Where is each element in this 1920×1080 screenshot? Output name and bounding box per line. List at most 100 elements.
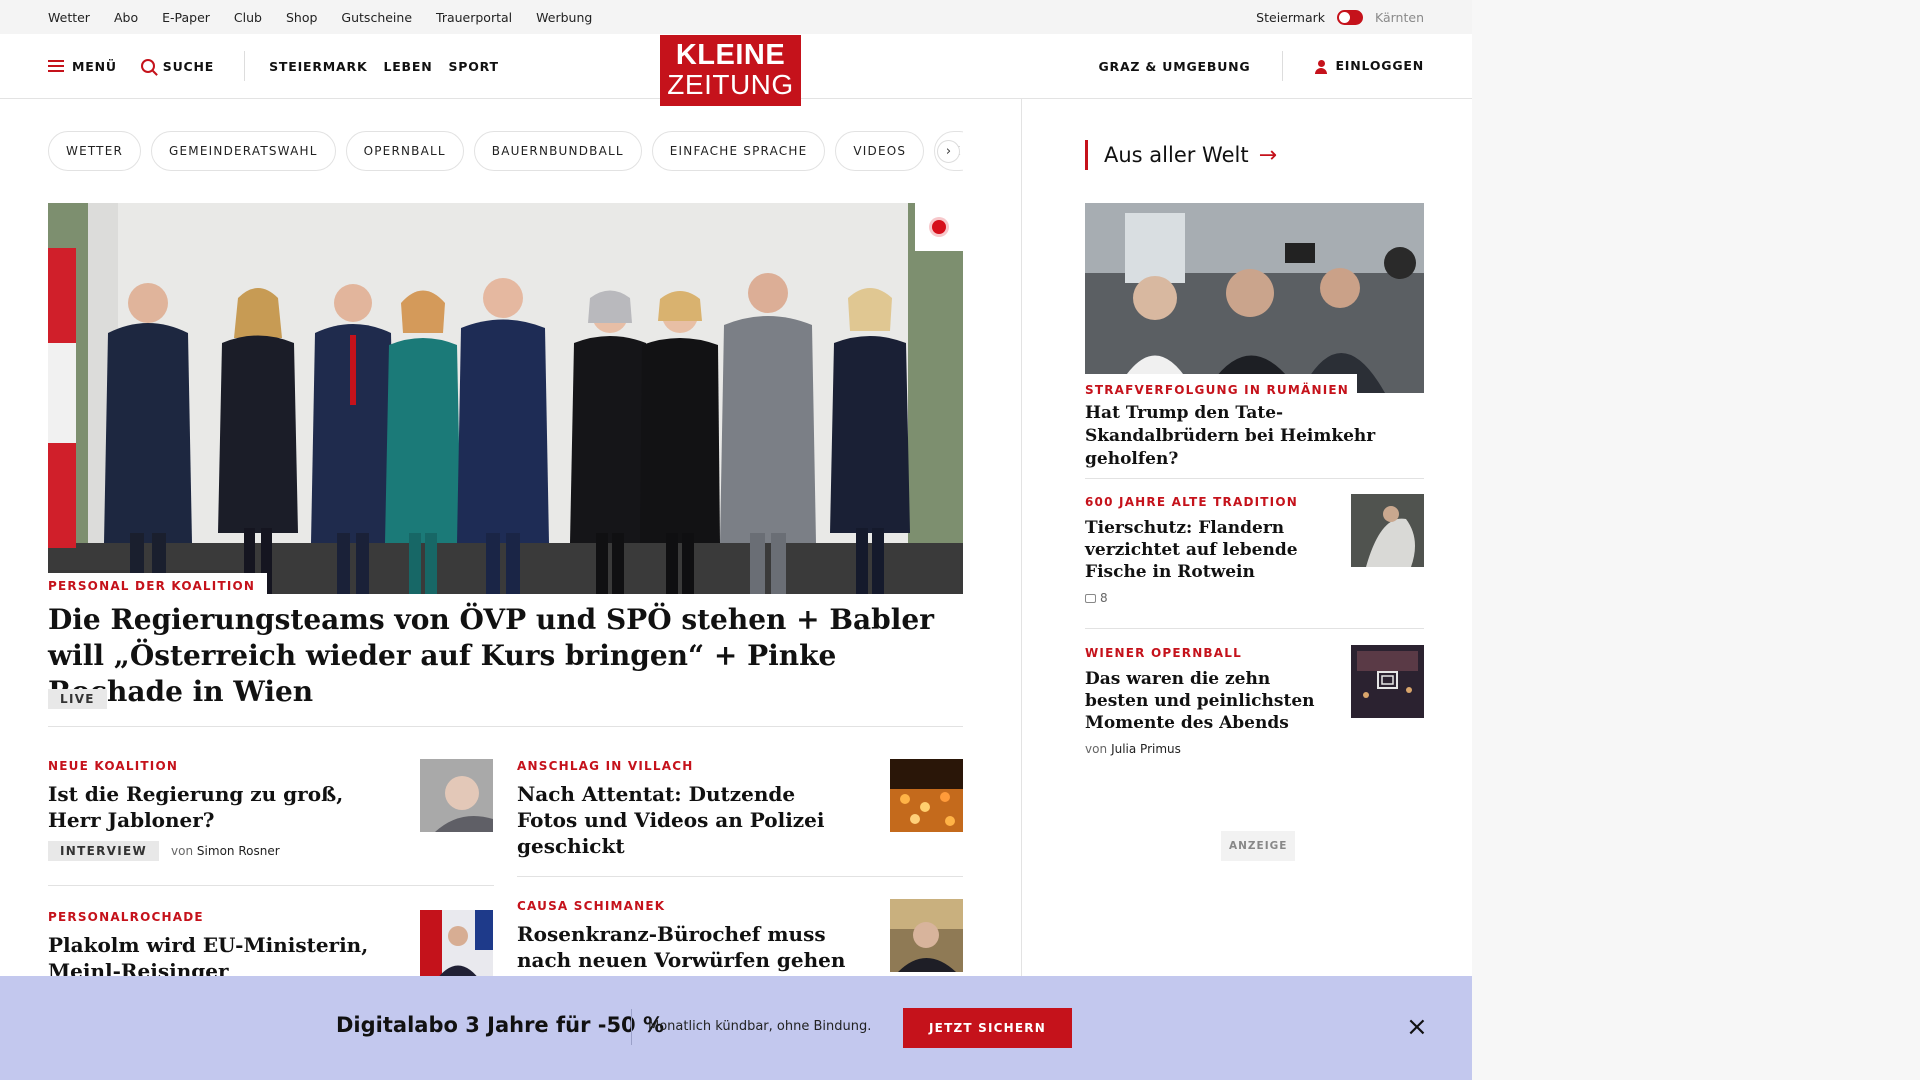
thumb-plakolm[interactable]: [420, 910, 493, 983]
sidebar-lead-image[interactable]: [1085, 203, 1424, 393]
divider-sidebar-1: [1085, 478, 1424, 479]
nav-leben[interactable]: LEBEN: [383, 59, 432, 74]
search-button[interactable]: SUCHE: [140, 58, 215, 74]
region-toggle[interactable]: [1337, 9, 1363, 25]
comments[interactable]: 8: [1085, 591, 1345, 605]
sidebar-lead-photo: [1085, 203, 1424, 393]
nav-steiermark[interactable]: STEIERMARK: [269, 59, 367, 74]
sidebar-item-title: Tierschutz: Flandern verzichtet auf lebe…: [1085, 518, 1298, 582]
divider-sidebar-2: [1085, 628, 1424, 629]
thumb-villach[interactable]: [890, 759, 963, 832]
teaser-jabloner[interactable]: NEUE KOALITION Ist die Regierung zu groß…: [48, 759, 388, 861]
region-switch: Steiermark Kärnten: [1256, 0, 1424, 34]
chip-bauernbundball[interactable]: BAUERNBUNDBALL: [473, 131, 642, 171]
author-name[interactable]: Julia Primus: [1111, 742, 1181, 756]
thumb-flandern-photo: [1351, 494, 1424, 567]
utility-link-club[interactable]: Club: [234, 10, 262, 25]
arrow-right-icon: →: [1258, 142, 1278, 168]
chip-videos[interactable]: VIDEOS: [835, 131, 925, 171]
thumb-jabloner-photo: [420, 759, 493, 832]
chips-next-button[interactable]: ›: [937, 140, 960, 163]
column-divider: [1021, 99, 1022, 980]
sidebar-item-kicker: 600 JAHRE ALTE TRADITION: [1085, 495, 1298, 509]
sidebar-lead-title[interactable]: Hat Trump den Tate-Skandalbrüdern bei He…: [1085, 402, 1424, 471]
section-aus-aller-welt[interactable]: Aus aller Welt →: [1085, 140, 1277, 170]
thumb-rosenkranz-photo: [890, 899, 963, 972]
region-steiermark[interactable]: Steiermark: [1256, 10, 1325, 25]
byline-prefix: von: [171, 844, 194, 858]
chip-gemeinderatswahl[interactable]: GEMEINDERATSWAHL: [151, 131, 336, 171]
promo-divider: [631, 1009, 632, 1045]
thumb-rosenkranz[interactable]: [890, 899, 963, 972]
login-label: EINLOGGEN: [1335, 58, 1424, 74]
logo-line1: KLEINE: [675, 39, 786, 71]
site-logo[interactable]: KLEINE ZEITUNG: [660, 35, 801, 106]
byline-prefix: von: [1085, 742, 1108, 756]
topic-chips: WETTER GEMEINDERATSWAHL OPERNBALL BAUERN…: [48, 131, 963, 171]
utility-link-wetter[interactable]: Wetter: [48, 10, 90, 25]
divider-left: [48, 885, 494, 886]
menu-button[interactable]: MENÜ: [48, 59, 117, 74]
thumb-villach-photo: [890, 759, 963, 832]
thumb-opernball-photo: [1351, 645, 1424, 718]
teaser-kicker: PERSONALROCHADE: [48, 910, 204, 924]
utility-links: Wetter Abo E-Paper Club Shop Gutscheine …: [48, 0, 616, 34]
teaser-rosenkranz[interactable]: CAUSA SCHIMANEK Rosenkranz-Bürochef muss…: [517, 899, 857, 973]
chip-wetter[interactable]: WETTER: [48, 131, 142, 171]
section-title: Aus aller Welt: [1104, 143, 1249, 167]
search-label: SUCHE: [162, 58, 215, 74]
promo-cta-button[interactable]: JETZT SICHERN: [903, 1008, 1072, 1048]
sidebar-item-kicker: WIENER OPERNBALL: [1085, 646, 1242, 660]
live-badge: LIVE: [48, 689, 107, 709]
hero-kicker: PERSONAL DER KOALITION: [48, 573, 268, 595]
sidebar-item-opernball[interactable]: WIENER OPERNBALL Das waren die zehn best…: [1085, 646, 1345, 756]
divider-right: [517, 876, 963, 877]
interview-badge: INTERVIEW: [48, 841, 160, 861]
sidebar-lead-kicker-box: STRAFVERFOLGUNG IN RUMÄNIEN: [1085, 374, 1358, 400]
live-indicator: [915, 203, 963, 251]
utility-link-shop[interactable]: Shop: [286, 10, 317, 25]
thumb-jabloner[interactable]: [420, 759, 493, 832]
header-divider: [244, 51, 246, 81]
utility-link-gutscheine[interactable]: Gutscheine: [341, 10, 412, 25]
divider-hero: [48, 726, 963, 727]
teaser-kicker: ANSCHLAG IN VILLACH: [517, 759, 694, 773]
thumb-plakolm-photo: [420, 910, 493, 983]
region-kaernten[interactable]: Kärnten: [1375, 10, 1424, 25]
utility-link-trauerportal[interactable]: Trauerportal: [436, 10, 512, 25]
teaser-title: Nach Attentat: Dutzende Fotos und Videos…: [517, 782, 825, 858]
site: Wetter Abo E-Paper Club Shop Gutscheine …: [0, 0, 1472, 1080]
ad-label: ANZEIGE: [1221, 831, 1296, 861]
sidebar-byline: von Julia Primus: [1085, 742, 1345, 756]
login-button[interactable]: EINLOGGEN: [1315, 58, 1424, 74]
promo-headline: Digitalabo 3 Jahre für -50 %: [336, 1013, 665, 1037]
chip-opernball[interactable]: OPERNBALL: [345, 131, 464, 171]
hamburger-icon: [48, 60, 64, 72]
sidebar-lead-kicker: STRAFVERFOLGUNG IN RUMÄNIEN: [1085, 383, 1350, 397]
nav-sport[interactable]: SPORT: [448, 59, 498, 74]
hero-photo: [48, 203, 963, 594]
utility-link-epaper[interactable]: E-Paper: [162, 10, 210, 25]
region-link-graz[interactable]: GRAZ & UMGEBUNG: [1098, 59, 1250, 74]
teaser-villach[interactable]: ANSCHLAG IN VILLACH Nach Attentat: Dutze…: [517, 759, 857, 859]
comment-count: 8: [1100, 591, 1108, 605]
thumb-flandern[interactable]: [1351, 494, 1424, 567]
subscription-banner: Digitalabo 3 Jahre für -50 % Monatlich k…: [0, 976, 1472, 1080]
user-icon: [1315, 59, 1328, 74]
sidebar-item-flandern[interactable]: 600 JAHRE ALTE TRADITION Tierschutz: Fla…: [1085, 495, 1345, 605]
chip-einfache-sprache[interactable]: EINFACHE SPRACHE: [651, 131, 826, 171]
thumb-opernball[interactable]: [1351, 645, 1424, 718]
header-divider-right: [1282, 51, 1284, 81]
chevron-right-icon: ›: [945, 144, 952, 159]
promo-subline: Monatlich kündbar, ohne Bindung.: [648, 1019, 872, 1034]
utility-link-werbung[interactable]: Werbung: [536, 10, 592, 25]
teaser-kicker: CAUSA SCHIMANEK: [517, 899, 666, 913]
hero-headline[interactable]: Die Regierungsteams von ÖVP und SPÖ steh…: [48, 602, 963, 710]
close-icon[interactable]: ×: [1406, 1014, 1428, 1040]
utility-bar: Wetter Abo E-Paper Club Shop Gutscheine …: [0, 0, 1472, 34]
hero-image[interactable]: [48, 203, 963, 594]
author-name[interactable]: Simon Rosner: [197, 844, 280, 858]
utility-link-abo[interactable]: Abo: [114, 10, 138, 25]
logo-line2: ZEITUNG: [667, 69, 794, 100]
window-gutter: [1472, 0, 1920, 1080]
